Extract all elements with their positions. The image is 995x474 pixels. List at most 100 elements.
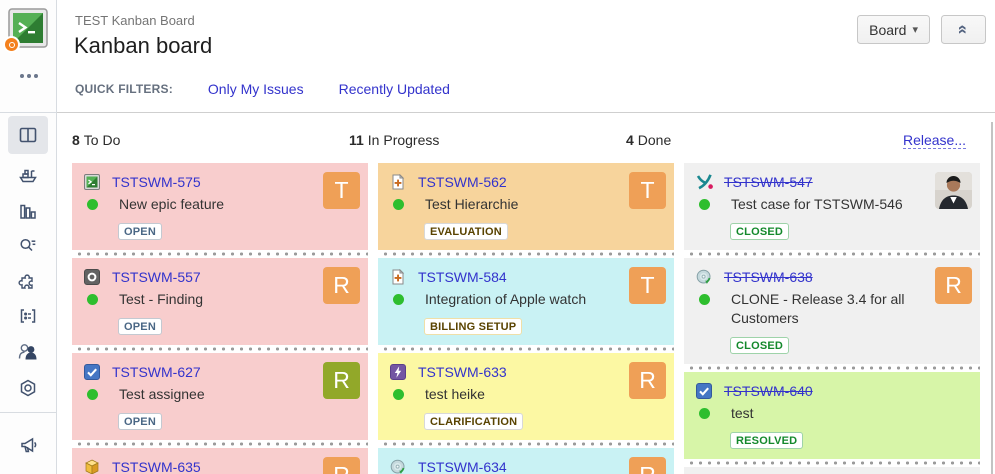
issue-key-link[interactable]: TSTSWM-635: [112, 459, 201, 474]
issue-card[interactable]: TSTSWM-638 CLONE - Release 3.4 for all Cu…: [684, 258, 980, 364]
notification-badge-icon: [3, 36, 20, 53]
column-done: TSTSWM-547 Test case for TSTSWM-546 CLOSED…: [684, 163, 980, 474]
issue-key-link[interactable]: TSTSWM-584: [418, 269, 507, 285]
issue-card[interactable]: TSTSWM-584 Integration of Apple watch BILL…: [378, 258, 674, 345]
issue-card[interactable]: TSTSWM-645: [684, 467, 980, 474]
column-header-done: 4 Done: [625, 132, 672, 148]
column-header-todo: 8 To Do: [72, 132, 121, 148]
columns-container: TSTSWM-575 New epic feature OPEN T TSTSWM-55…: [72, 163, 980, 474]
cd-release-icon: [390, 459, 406, 474]
card-separator: [72, 250, 368, 258]
finding-icon: [84, 269, 100, 285]
issue-summary: CLONE - Release 3.4 for all Customers: [731, 291, 905, 326]
issue-card[interactable]: TSTSWM-635 R: [72, 448, 368, 474]
issue-key-link[interactable]: TSTSWM-557: [112, 269, 201, 285]
caret-down-icon: ▾: [912, 24, 918, 36]
issue-key-link[interactable]: TSTSWM-634: [418, 459, 507, 474]
kanban-board: 8 To Do 11 In Progress 4 Done Release... TS…: [57, 113, 995, 474]
card-separator: [684, 364, 980, 372]
board-columns-icon: [19, 127, 37, 143]
issue-key-link[interactable]: TSTSWM-633: [418, 364, 507, 380]
project-avatar-terminal-icon[interactable]: [3, 8, 48, 53]
status-lozenge: OPEN: [118, 318, 162, 335]
people-icon: [18, 344, 37, 360]
sidebar-item-board-settings[interactable]: [8, 299, 48, 333]
sidebar-item-feedback[interactable]: [8, 428, 48, 462]
sidebar-divider: [0, 112, 57, 113]
issue-card[interactable]: TSTSWM-575 New epic feature OPEN T: [72, 163, 368, 250]
more-ellipsis-icon[interactable]: [0, 68, 57, 84]
task-check-icon: [696, 383, 712, 399]
quick-filters-label: QUICK FILTERS:: [75, 82, 173, 96]
card-separator: [684, 250, 980, 258]
sidebar-item-issues-search[interactable]: [8, 229, 48, 263]
issue-summary: Test Hierarchie: [425, 196, 519, 212]
status-dot-icon: [87, 294, 98, 305]
assignee-avatar-initial: T: [629, 267, 666, 304]
assignee-avatar-initial: R: [323, 267, 360, 304]
bracket-list-icon: [20, 309, 36, 323]
issue-card[interactable]: TSTSWM-562 Test Hierarchie EVALUATION T: [378, 163, 674, 250]
filter-recently-updated[interactable]: Recently Updated: [339, 81, 450, 97]
issue-key-link[interactable]: TSTSWM-640: [724, 383, 813, 399]
sidebar-item-addons[interactable]: [8, 264, 48, 298]
double-chevron-up-icon: «: [954, 24, 973, 35]
card-separator: [72, 440, 368, 448]
assignee-avatar-initial: R: [935, 267, 972, 304]
issue-card[interactable]: TSTSWM-633 test heike CLARIFICATION R: [378, 353, 674, 440]
sidebar-item-board-columns[interactable]: [8, 116, 48, 154]
status-dot-icon: [87, 389, 98, 400]
card-separator: [72, 345, 368, 353]
release-link[interactable]: Release...: [902, 132, 966, 149]
issue-card[interactable]: TSTSWM-557 Test - Finding OPEN R: [72, 258, 368, 345]
issue-card[interactable]: TSTSWM-634 R: [378, 448, 674, 474]
issue-card[interactable]: TSTSWM-547 Test case for TSTSWM-546 CLOSED: [684, 163, 980, 250]
search-list-icon: [20, 238, 36, 252]
status-lozenge: EVALUATION: [424, 223, 508, 240]
card-separator: [684, 459, 980, 467]
assignee-avatar-initial: R: [629, 362, 666, 399]
quick-filters-row: QUICK FILTERS: Only My Issues Recently U…: [75, 81, 485, 97]
status-lozenge: BILLING SETUP: [424, 318, 523, 335]
issue-card[interactable]: TSTSWM-640 test RESOLVED: [684, 372, 980, 459]
bar-chart-icon: [20, 204, 36, 219]
column-header-inprogress: 11 In Progress: [348, 132, 440, 148]
vertical-scrollbar[interactable]: [991, 122, 993, 474]
status-lozenge: CLARIFICATION: [424, 413, 524, 430]
assignee-avatar-initial: R: [323, 457, 360, 474]
issue-key-link[interactable]: TSTSWM-627: [112, 364, 201, 380]
assignee-avatar-photo: [935, 172, 972, 209]
assignee-avatar-initial: T: [629, 172, 666, 209]
issue-summary: New epic feature: [119, 196, 225, 212]
card-separator: [378, 440, 674, 448]
issue-key-link[interactable]: TSTSWM-638: [724, 269, 813, 285]
status-dot-icon: [699, 294, 710, 305]
sidebar-item-reports[interactable]: [8, 194, 48, 228]
issue-key-link[interactable]: TSTSWM-575: [112, 174, 201, 190]
page-title: Kanban board: [74, 33, 213, 58]
sidebar-item-people[interactable]: [8, 334, 48, 368]
issue-key-link[interactable]: TSTSWM-562: [418, 174, 507, 190]
sidebar-item-releases[interactable]: [8, 158, 48, 192]
xray-test-icon: [696, 174, 713, 190]
issue-key-link[interactable]: TSTSWM-547: [724, 174, 813, 190]
issue-summary: test: [731, 405, 754, 421]
status-lozenge: CLOSED: [730, 223, 790, 240]
megaphone-icon: [21, 437, 37, 453]
status-dot-icon: [393, 389, 404, 400]
assignee-avatar-initial: T: [323, 172, 360, 209]
status-dot-icon: [393, 294, 404, 305]
status-dot-icon: [87, 199, 98, 210]
assignee-avatar-initial: R: [629, 457, 666, 474]
sidebar-item-project-settings[interactable]: [8, 371, 48, 405]
breadcrumb: TEST Kanban Board: [75, 13, 195, 28]
status-dot-icon: [699, 408, 710, 419]
collapse-header-button[interactable]: «: [941, 15, 986, 44]
status-dot-icon: [393, 199, 404, 210]
document-plus-icon: [390, 269, 406, 285]
board-menu-button[interactable]: Board ▾: [857, 15, 930, 44]
bolt-icon: [390, 364, 406, 380]
cd-release-icon: [696, 269, 712, 285]
issue-card[interactable]: TSTSWM-627 Test assignee OPEN R: [72, 353, 368, 440]
filter-only-my-issues[interactable]: Only My Issues: [208, 81, 304, 97]
